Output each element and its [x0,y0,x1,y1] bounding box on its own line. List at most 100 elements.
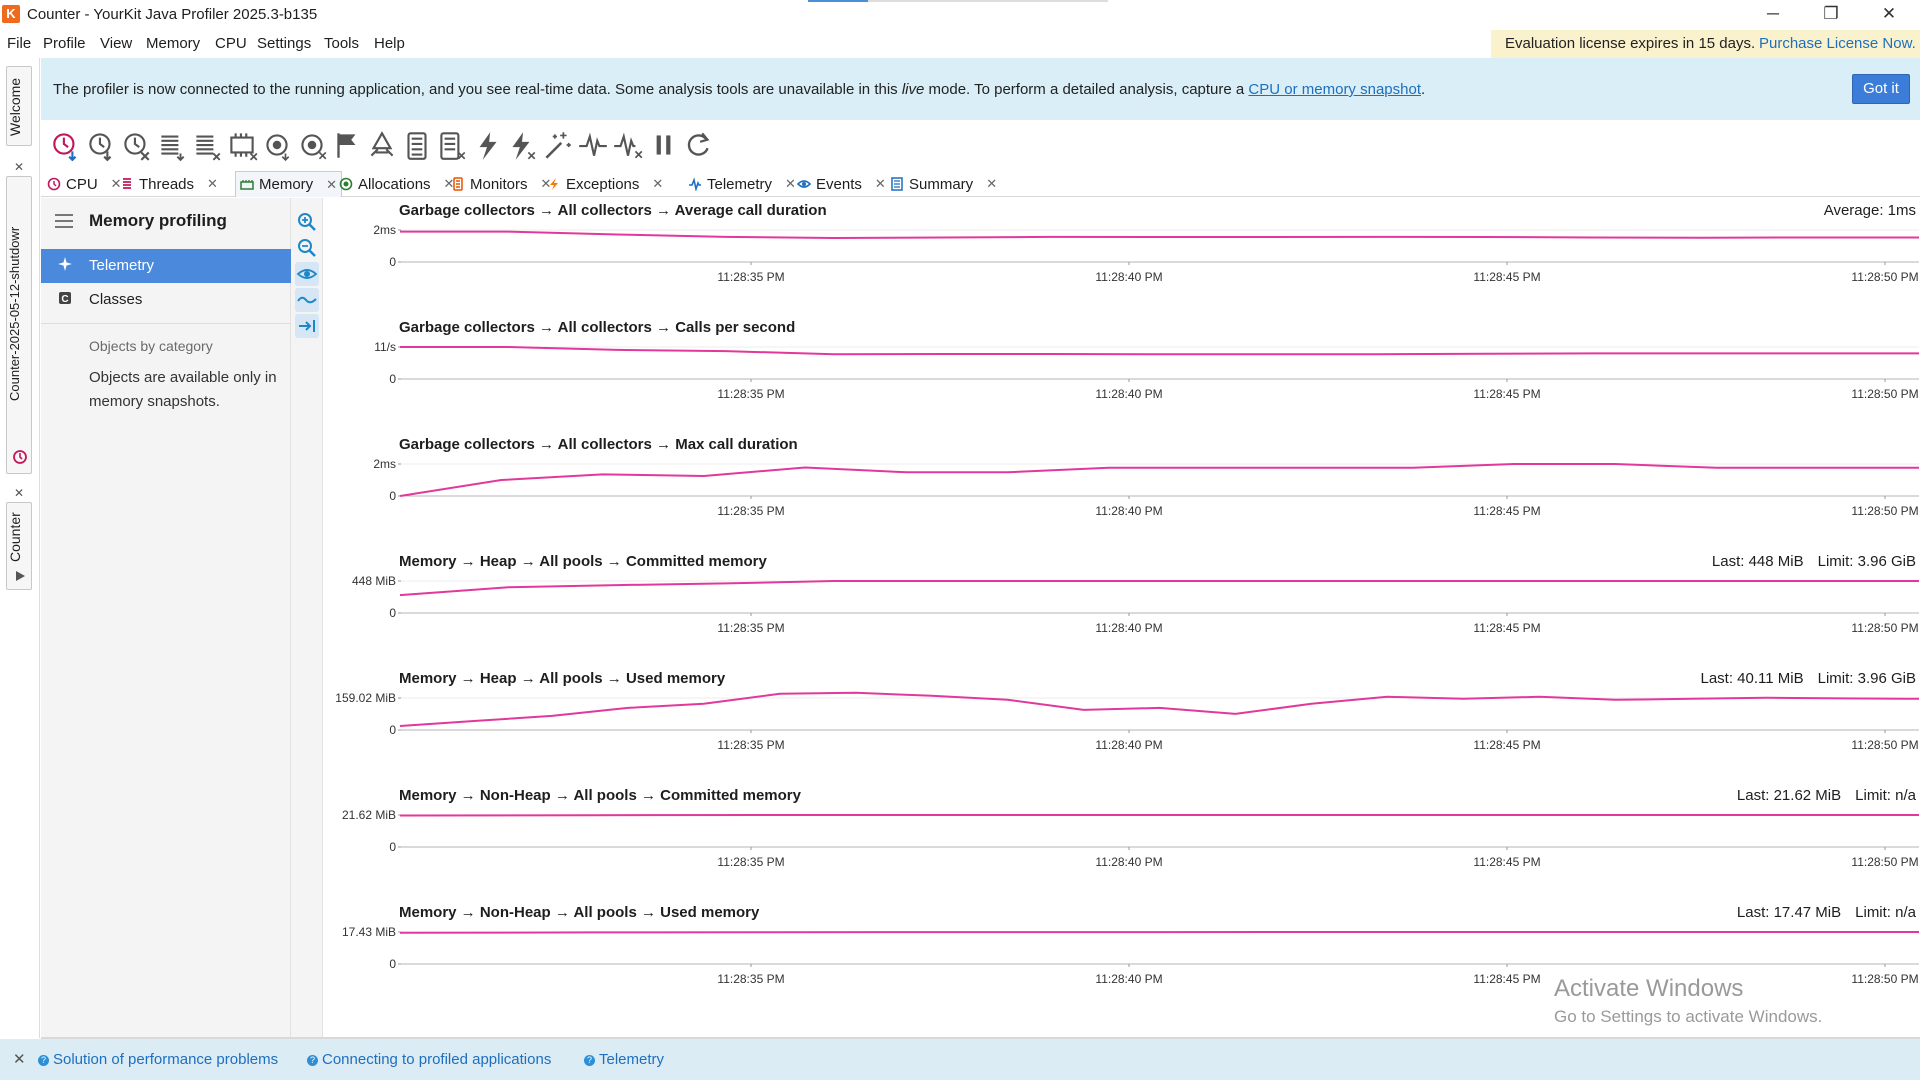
graph-tool-column [291,198,323,1038]
close-tab-icon[interactable]: ✕ [652,176,663,192]
notification-live-word: live [901,81,925,98]
tab-allocations[interactable]: Allocations ✕ [335,171,458,197]
close-session-icon[interactable]: ✕ [14,160,24,174]
chart-title: Memory → Heap → All pools → Committed me… [399,553,767,570]
tab-snapshot-session[interactable]: Counter-2025-05-12-shutdowr [6,176,32,474]
exceptions-clear-button[interactable] [505,128,539,162]
x-tick-label: 11:28:45 PM [1473,738,1540,752]
gc-icon [370,131,394,157]
snapshot-link[interactable]: CPU or memory snapshot [1248,81,1421,98]
cpu-sampling-start-button[interactable] [49,128,83,162]
telemetry-chart[interactable]: 11/s 0 11:28:35 PM 11:28:40 PM 11:28:45 PM 11… [323,315,1920,432]
telemetry-chart[interactable]: 21.62 MiB 0 11:28:35 PM 11:28:40 PM 11:28:45… [323,783,1920,900]
zoom-out-icon[interactable] [295,236,319,260]
close-tab-icon[interactable]: ✕ [875,176,886,192]
objects-by-category-description: Objects are available only in memory sna… [89,369,277,410]
refresh-icon [687,132,710,156]
threads-clear-button[interactable] [190,128,224,162]
tab-summary[interactable]: Summary ✕ [886,171,1001,197]
help-status-bar: ✕ ? Solution of performance problems ? Con… [0,1039,1920,1080]
exceptions-button[interactable] [470,128,504,162]
yourkit-logo-icon: K [2,5,20,23]
tab-label: Memory [259,176,314,193]
jump-to-end-icon[interactable] [295,314,319,338]
close-help-bar-icon[interactable]: ✕ [13,1050,26,1068]
exceptions-clear-icon [512,132,536,160]
tab-counter[interactable]: Counter [6,502,32,590]
allocation-record-button[interactable] [260,128,294,162]
tab-exceptions[interactable]: Exceptions ✕ [543,171,667,197]
tab-cpu[interactable]: CPU ✕ [43,171,126,197]
chart-title: Garbage collectors → All collectors → Ca… [399,319,796,336]
tab-label: CPU [66,175,98,193]
tab-label: Allocations [358,175,431,193]
y-tick-label: 0 [389,957,396,971]
menu-view[interactable]: View [100,35,132,52]
menu-memory[interactable]: Memory [146,35,200,52]
telemetry-chart[interactable]: 2ms 0 11:28:35 PM 11:28:40 PM 11:28:45 PM 11:… [323,198,1920,315]
menu-profile[interactable]: Profile [43,35,86,52]
menu-help[interactable]: Help [374,35,405,52]
cpu-tracing-button[interactable] [84,128,118,162]
sidebar-item-classes[interactable]: C Classes [41,283,291,317]
help-link-solution[interactable]: ? Solution of performance problems [38,1051,278,1068]
zoom-in-icon[interactable] [295,210,319,234]
title-bar: K Counter - YourKit Java Profiler 2025.3… [0,0,1920,30]
x-tick-label: 11:28:50 PM [1851,972,1918,986]
x-tick-label: 11:28:50 PM [1851,387,1918,401]
eye-icon[interactable] [295,262,319,286]
sidebar-item-telemetry[interactable]: Telemetry [41,249,291,283]
restore-button[interactable]: ❐ [1802,0,1860,30]
gc-button[interactable] [365,128,399,162]
pause-button[interactable] [646,128,680,162]
menu-file[interactable]: File [7,35,31,52]
telemetry-chart[interactable]: 159.02 MiB 0 11:28:35 PM 11:28:40 PM 11:28:4… [323,666,1920,783]
y-tick-label: 448 MiB [352,574,396,588]
tab-memory[interactable]: Memory ✕ [235,171,343,197]
series-line [400,230,1919,240]
tab-welcome[interactable]: Welcome [6,66,32,146]
tab-monitors[interactable]: Monitors ✕ [447,171,555,197]
help-link-telemetry[interactable]: ? Telemetry [584,1051,664,1068]
tab-events[interactable]: Events ✕ [793,171,890,197]
magic-button[interactable] [540,128,574,162]
telemetry-clear-button[interactable] [611,128,645,162]
allocation-stop-button[interactable] [295,128,329,162]
monitors-icon [407,132,427,160]
refresh-button[interactable] [681,128,715,162]
flag-button[interactable] [330,128,364,162]
monitors-clear-button[interactable] [435,128,469,162]
x-tick-label: 11:28:40 PM [1095,621,1162,635]
minimize-button[interactable]: ─ [1744,0,1802,30]
x-tick-label: 11:28:35 PM [717,504,784,518]
hamburger-menu-icon[interactable] [55,214,73,232]
close-button[interactable]: ✕ [1860,0,1918,30]
session-tab-strip: Welcome ✕ Counter-2025-05-12-shutdowr ✕ … [0,58,40,1038]
tab-telemetry[interactable]: Telemetry ✕ [684,171,800,197]
telemetry-chart[interactable]: 448 MiB 0 11:28:35 PM 11:28:40 PM 11:28:45 P… [323,549,1920,666]
help-link-connecting[interactable]: ? Connecting to profiled applications [307,1051,551,1068]
cpu-stop-button[interactable] [119,128,153,162]
memory-snapshot-button[interactable] [225,128,259,162]
menu-tools[interactable]: Tools [324,35,359,52]
close-tab-icon[interactable]: ✕ [207,176,218,192]
cpu-sampling-start-icon [53,133,77,162]
tab-threads[interactable]: Threads ✕ [116,171,222,197]
chart-summary-value: Limit: n/a [1855,904,1916,921]
menu-cpu[interactable]: CPU [215,35,247,52]
chart-summary-value: Last: 40.11 MiB [1700,670,1804,687]
chart-title: Garbage collectors → All collectors → Ma… [399,436,798,453]
telemetry-button[interactable] [576,128,610,162]
telemetry-clear-icon [614,132,643,159]
menu-settings[interactable]: Settings [257,35,311,52]
telemetry-chart[interactable]: 2ms 0 11:28:35 PM 11:28:40 PM 11:28:45 PM 11:… [323,432,1920,549]
notification-text: The profiler is now connected to the run… [53,81,1425,98]
close-counter-icon[interactable]: ✕ [14,486,24,500]
purchase-license-link[interactable]: Purchase License Now. [1759,35,1916,52]
monitors-button[interactable] [400,128,434,162]
close-tab-icon[interactable]: ✕ [986,176,997,192]
threads-clear-icon [196,135,221,161]
got-it-button[interactable]: Got it [1852,74,1910,104]
wave-icon[interactable] [295,288,319,312]
threads-button[interactable] [155,128,189,162]
